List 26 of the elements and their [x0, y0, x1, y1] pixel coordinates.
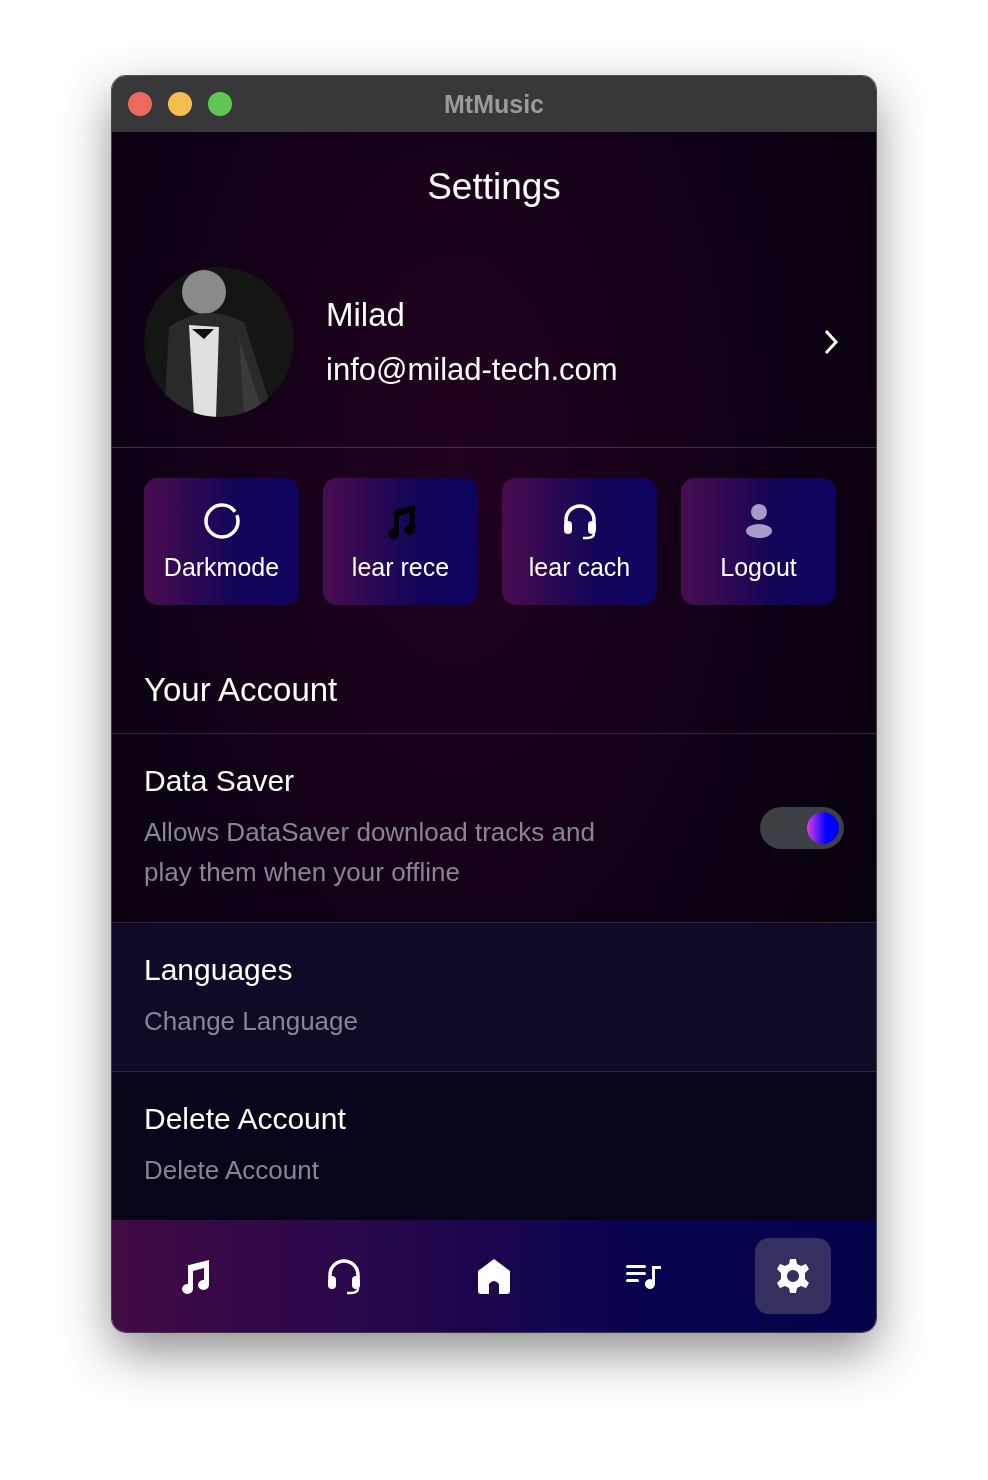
setting-title: Languages [144, 953, 293, 987]
section-title: Your Account [144, 671, 338, 708]
setting-title: Data Saver [144, 764, 295, 798]
quick-action-button[interactable]: Logout [681, 478, 836, 605]
setting-description: Allows DataSaver download tracks and play them when your offline [144, 816, 596, 889]
window-title: MtMusic [444, 89, 544, 118]
profile-name: Milad [326, 296, 405, 334]
toggle-switch[interactable] [760, 807, 844, 849]
chevron-right-icon[interactable] [822, 328, 840, 356]
close-button[interactable] [128, 92, 152, 116]
quick-action-button[interactable]: lear cach [502, 478, 657, 605]
quick-action-button[interactable]: Darkmode [144, 478, 299, 605]
nav-tab[interactable] [755, 1238, 832, 1314]
minimize-button[interactable] [168, 92, 192, 116]
circle-icon [202, 502, 241, 540]
settings-row[interactable]: Delete Account Delete Account [112, 1072, 876, 1220]
setting-description: Delete Account [144, 1154, 319, 1187]
settings-row[interactable]: Languages Change Language [112, 923, 876, 1072]
home-icon [476, 1257, 512, 1295]
person-icon [743, 503, 774, 539]
zoom-button[interactable] [208, 92, 232, 116]
setting-description: Change Language [144, 1005, 358, 1038]
profile-email: info@milad-tech.com [326, 352, 618, 388]
page-title: Settings [427, 166, 561, 207]
quick-action-button[interactable]: lear rece [323, 478, 478, 605]
setting-title: Delete Account [144, 1102, 346, 1136]
